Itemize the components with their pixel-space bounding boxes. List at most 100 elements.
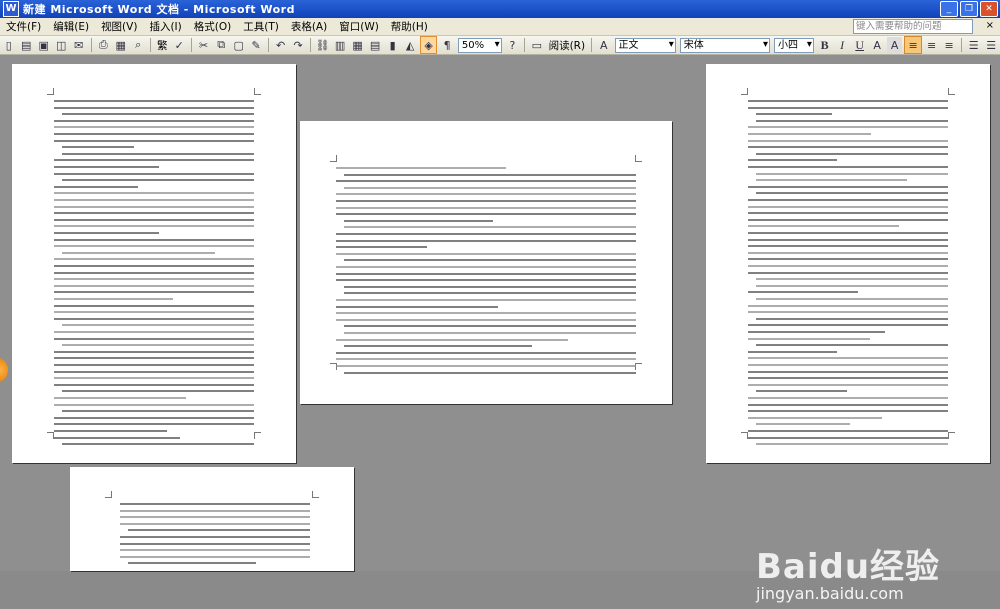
text-line [54,430,167,432]
text-line [344,285,636,288]
font-color-button[interactable]: A [869,37,885,53]
italic-button[interactable]: I [834,37,850,53]
document-page-3[interactable] [706,64,990,463]
text-line [62,179,254,182]
menu-tools[interactable]: 工具(T) [237,19,285,34]
menu-help[interactable]: 帮助(H) [385,19,434,34]
cut-icon[interactable]: ✂ [196,37,212,53]
document-map-icon[interactable]: ◈ [419,36,438,54]
help-icon[interactable]: ? [505,37,521,53]
text-line [748,238,948,241]
text-line [748,430,948,432]
text-line [748,370,948,373]
print-icon[interactable]: ⎙ [95,37,111,53]
menu-window[interactable]: 窗口(W) [333,19,385,34]
char-shading-button[interactable]: A [886,37,903,53]
save-icon[interactable]: ▣ [36,37,52,53]
menu-view[interactable]: 视图(V) [95,19,143,34]
text-line [120,516,310,519]
margin-mark [105,491,112,498]
columns-icon[interactable]: ▮ [385,37,401,53]
text-line [336,272,636,275]
show-hide-icon[interactable]: ¶ [439,37,455,53]
text-line [748,291,858,294]
help-search-input[interactable]: 键入需要帮助的问题 [853,19,973,34]
align-right-icon[interactable]: ≡ [941,37,957,53]
spelling-icon[interactable]: ✓ [171,37,187,53]
document-page-4[interactable] [70,467,354,571]
text-line [54,403,254,406]
text-line [54,100,254,102]
text-line [336,180,636,183]
window-title: 新建 Microsoft Word 文档 - Microsoft Word [23,3,295,16]
read-mode-icon[interactable]: ▭ [529,37,545,53]
text-line [748,337,871,340]
print-preview-icon[interactable]: ▦ [113,37,129,53]
menu-edit[interactable]: 编辑(E) [47,19,95,34]
underline-button[interactable]: U [852,37,868,53]
text-line [756,298,948,300]
text-line [336,200,636,202]
new-document-icon[interactable]: ▯ [1,37,17,53]
menu-file[interactable]: 文件(F) [0,19,47,34]
tables-borders-icon[interactable]: ▥ [332,37,348,53]
format-painter-icon[interactable]: ✎ [248,37,264,53]
toolbar-separator [90,38,92,52]
research-icon[interactable]: ⌕ [130,37,146,53]
text-line [344,332,636,334]
text-line [748,271,948,274]
text-line [748,205,948,208]
redo-icon[interactable]: ↷ [290,37,306,53]
insert-table-icon[interactable]: ▦ [350,37,366,53]
text-line [336,206,636,209]
doc-close-icon[interactable]: × [986,20,994,31]
window-controls: _ ❐ ✕ [940,1,998,17]
menu-insert[interactable]: 插入(I) [143,19,187,34]
text-line [756,344,948,347]
text-line [344,186,636,189]
text-line [54,225,254,228]
paste-icon[interactable]: ▢ [231,37,247,53]
menu-format[interactable]: 格式(O) [188,19,237,34]
copy-icon[interactable]: ⧉ [213,37,229,53]
text-line [54,232,160,234]
toolbar-separator [309,38,311,52]
open-folder-icon[interactable]: ▤ [19,37,35,53]
read-mode-button[interactable]: 阅读(R) [546,38,589,53]
zoom-select[interactable]: 50% [457,37,502,53]
email-icon[interactable]: ✉ [71,37,87,53]
numbering-icon[interactable]: ☰ [966,37,982,53]
styles-icon[interactable]: A [596,37,612,53]
close-button[interactable]: ✕ [980,1,998,17]
undo-icon[interactable]: ↶ [273,37,289,53]
traditional-chinese-button[interactable]: 繁 [154,38,171,53]
align-left-icon[interactable]: ≡ [904,36,922,54]
text-line [756,192,948,195]
text-line [54,377,254,380]
menu-table[interactable]: 表格(A) [285,19,333,34]
bullets-icon[interactable]: ☰ [983,37,999,53]
drawing-icon[interactable]: ◭ [402,37,418,53]
margin-mark [635,363,642,370]
toolbar-separator [591,38,593,52]
bold-button[interactable]: B [817,37,833,53]
restore-button[interactable]: ❐ [960,1,978,17]
minimize-button[interactable]: _ [940,1,958,17]
font-size-select[interactable]: 小四 [774,37,814,53]
text-line [748,106,948,109]
margin-mark [254,88,261,95]
document-workspace[interactable]: Baidu经验 jingyan.baidu.com [0,55,1000,603]
text-line [748,225,900,228]
align-center-icon[interactable]: ≡ [924,37,940,53]
style-select[interactable]: 正文 [614,37,676,53]
text-line [336,358,636,361]
font-select[interactable]: 宋体 [679,37,771,53]
hyperlink-icon[interactable]: ⛓ [315,37,331,53]
insert-excel-icon[interactable]: ▤ [367,37,383,53]
document-page-2[interactable] [300,121,672,404]
permission-icon[interactable]: ◫ [54,37,70,53]
margin-mark [948,432,955,439]
word-app-icon[interactable]: W [3,1,19,17]
side-panel-tab[interactable] [0,357,8,383]
document-page-1[interactable] [12,64,296,463]
